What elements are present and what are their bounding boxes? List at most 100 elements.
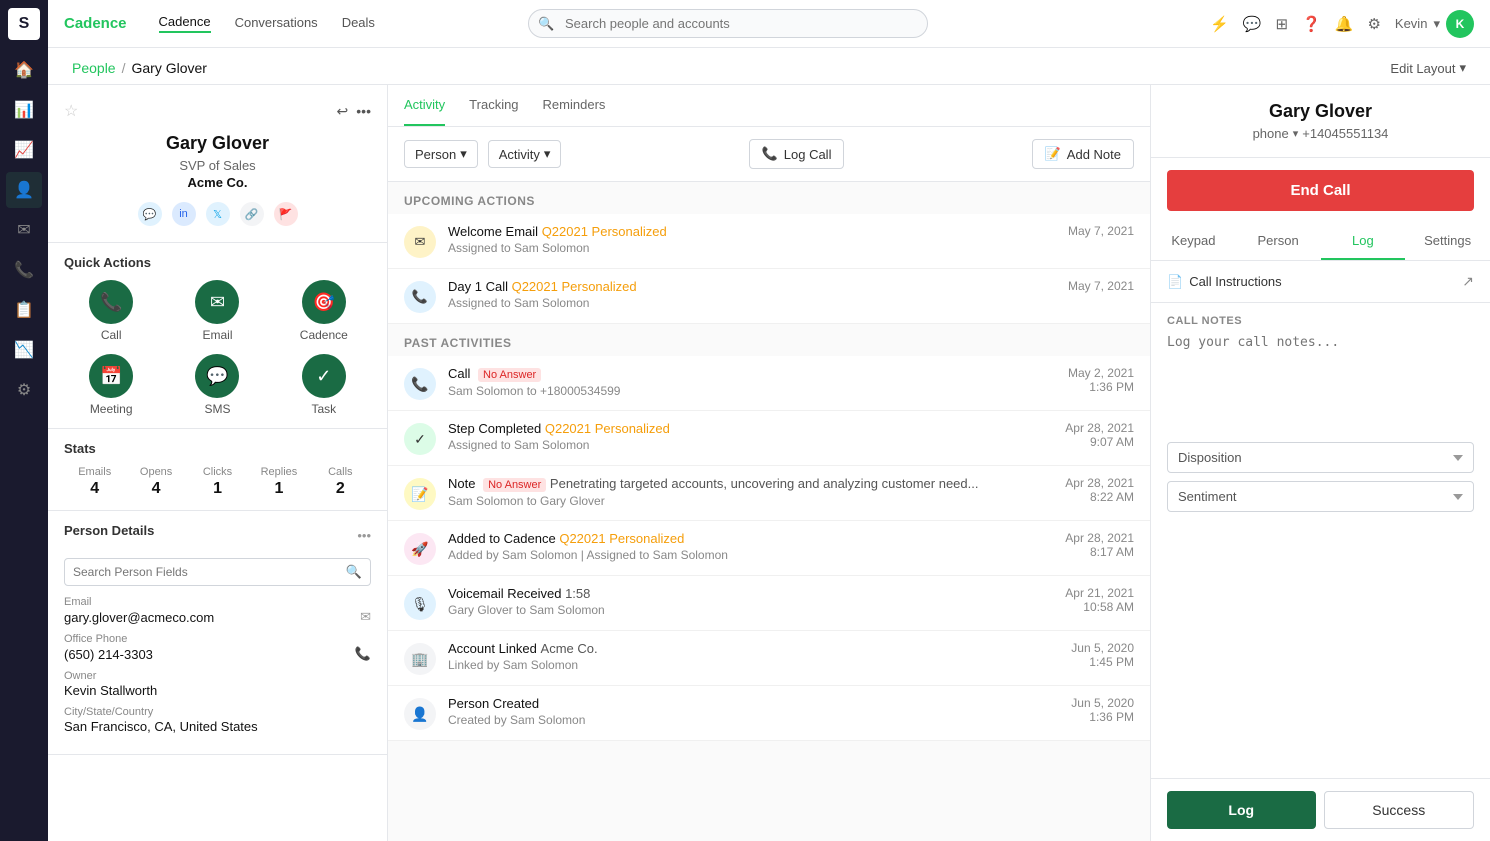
- cadence-action[interactable]: 🎯 Cadence: [277, 280, 371, 342]
- call-tab-keypad[interactable]: Keypad: [1151, 223, 1236, 260]
- cadence-tag: Q22021 Personalized: [542, 224, 667, 239]
- disposition-select[interactable]: Disposition Connected Left Voicemail No …: [1167, 442, 1474, 473]
- sidebar-icon-chart[interactable]: 📈: [6, 132, 42, 168]
- call-panel: Gary Glover phone ▾ +14045551134 End Cal…: [1150, 85, 1490, 841]
- nav-cadence[interactable]: Cadence: [159, 14, 211, 33]
- cadence-button[interactable]: 🎯: [302, 280, 346, 324]
- sidebar-icon-mail[interactable]: ✉: [6, 212, 42, 248]
- lightning-icon[interactable]: 🔔: [1335, 15, 1354, 33]
- help-icon[interactable]: ❓: [1302, 15, 1321, 33]
- phone-field-icon[interactable]: 📞: [355, 646, 371, 662]
- sidebar-icon-reports[interactable]: 📉: [6, 332, 42, 368]
- email-action[interactable]: ✉ Email: [170, 280, 264, 342]
- list-item: 📞 Day 1 Call Q22021 Personalized Assigne…: [388, 269, 1150, 324]
- chat-icon[interactable]: 💬: [1243, 15, 1262, 33]
- edit-layout-button[interactable]: Edit Layout ▾: [1390, 60, 1466, 76]
- sidebar-icon-home[interactable]: 🏠: [6, 52, 42, 88]
- email-cadence-icon: ✉: [404, 226, 436, 258]
- voicemail-icon: 🎙: [404, 588, 436, 620]
- settings-icon[interactable]: ⚙: [1367, 15, 1380, 33]
- sms-action[interactable]: 💬 SMS: [170, 354, 264, 416]
- person-details-section: Person Details ••• 🔍 Email gary.glover@a…: [48, 511, 387, 755]
- call-tab-settings[interactable]: Settings: [1405, 223, 1490, 260]
- add-note-button[interactable]: 📝 Add Note: [1032, 139, 1134, 169]
- tab-tracking[interactable]: Tracking: [469, 85, 518, 126]
- email-field-icon[interactable]: ✉: [360, 609, 371, 625]
- person-created-icon: 👤: [404, 698, 436, 730]
- activity-title: Voicemail Received 1:58: [448, 586, 1032, 601]
- call-button[interactable]: 📞: [89, 280, 133, 324]
- email-field-value: gary.glover@acmeco.com ✉: [64, 609, 371, 625]
- edit-layout-label: Edit Layout: [1390, 61, 1455, 76]
- flag-icon[interactable]: 🚩: [274, 202, 298, 226]
- phone-chevron[interactable]: ▾: [1293, 127, 1299, 140]
- link-icon[interactable]: 🔗: [240, 202, 264, 226]
- bolt-icon[interactable]: ⚡: [1210, 15, 1229, 33]
- call-label: Call: [101, 328, 122, 342]
- back-icon[interactable]: ↩: [337, 103, 349, 120]
- chat-social-icon[interactable]: 💬: [138, 202, 162, 226]
- sidebar-icon-phone[interactable]: 📞: [6, 252, 42, 288]
- meeting-action[interactable]: 📅 Meeting: [64, 354, 158, 416]
- sidebar-icon-settings[interactable]: ⚙: [6, 372, 42, 408]
- log-call-label: Log Call: [784, 147, 832, 162]
- activity-sub: Linked by Sam Solomon: [448, 658, 1032, 672]
- more-options-icon[interactable]: •••: [356, 103, 371, 120]
- person-details-header: Person Details •••: [64, 523, 371, 548]
- breadcrumb-people-link[interactable]: People: [72, 60, 116, 76]
- task-button[interactable]: ✓: [302, 354, 346, 398]
- search-person-fields[interactable]: 🔍: [64, 558, 371, 586]
- activity-filter-button[interactable]: Activity ▾: [488, 140, 562, 168]
- user-menu[interactable]: Kevin ▾ K: [1395, 10, 1474, 38]
- email-button[interactable]: ✉: [195, 280, 239, 324]
- twitter-icon[interactable]: 𝕏: [206, 202, 230, 226]
- stat-emails-label: Emails: [64, 466, 125, 478]
- end-call-button[interactable]: End Call: [1167, 170, 1474, 211]
- note-icon: 📝: [404, 478, 436, 510]
- social-links: 💬 in 𝕏 🔗 🚩: [64, 202, 371, 226]
- tab-activity[interactable]: Activity: [404, 85, 445, 126]
- sidebar-icon-people[interactable]: 👤: [6, 172, 42, 208]
- sidebar-icon-tasks[interactable]: 📋: [6, 292, 42, 328]
- person-filter-label: Person: [415, 147, 456, 162]
- log-button[interactable]: Log: [1167, 791, 1316, 829]
- nav-deals[interactable]: Deals: [342, 15, 375, 32]
- linkedin-icon[interactable]: in: [172, 202, 196, 226]
- nav-conversations[interactable]: Conversations: [235, 15, 318, 32]
- stat-clicks-value: 1: [187, 480, 248, 498]
- person-filter-button[interactable]: Person ▾: [404, 140, 478, 168]
- past-activities-header: Past Activities: [388, 324, 1150, 356]
- app-logo[interactable]: S: [8, 8, 40, 40]
- person-details-more[interactable]: •••: [357, 528, 371, 543]
- search-fields-input[interactable]: [73, 565, 340, 579]
- call-tab-person[interactable]: Person: [1236, 223, 1321, 260]
- search-input[interactable]: [528, 9, 928, 38]
- task-action[interactable]: ✓ Task: [277, 354, 371, 416]
- activity-sub: Assigned to Sam Solomon: [448, 296, 1032, 310]
- quick-actions-section: Quick Actions 📞 Call ✉ Email 🎯 Cadence: [48, 243, 387, 429]
- log-call-button[interactable]: 📞 Log Call: [749, 139, 845, 169]
- activity-time: Jun 5, 20201:36 PM: [1044, 696, 1134, 724]
- meeting-button[interactable]: 📅: [89, 354, 133, 398]
- cadence-tag: Q22021 Personalized: [545, 421, 670, 436]
- call-action[interactable]: 📞 Call: [64, 280, 158, 342]
- person-title: SVP of Sales: [64, 158, 371, 173]
- call-notes-input[interactable]: [1167, 335, 1474, 415]
- activity-time: Jun 5, 20201:45 PM: [1044, 641, 1134, 669]
- activity-time: Apr 21, 202110:58 AM: [1044, 586, 1134, 614]
- activity-time: May 7, 2021: [1044, 279, 1134, 293]
- sms-button[interactable]: 💬: [195, 354, 239, 398]
- success-button[interactable]: Success: [1324, 791, 1475, 829]
- sidebar-icon-activity[interactable]: 📊: [6, 92, 42, 128]
- star-icon[interactable]: ☆: [64, 101, 78, 121]
- tab-reminders[interactable]: Reminders: [543, 85, 606, 126]
- brand-name: Cadence: [64, 15, 127, 32]
- grid-icon[interactable]: ⊞: [1276, 15, 1289, 33]
- sentiment-select[interactable]: Sentiment Positive Neutral Negative: [1167, 481, 1474, 512]
- activity-content: Note No Answer Penetrating targeted acco…: [448, 476, 1032, 508]
- stat-calls: Calls 2: [310, 466, 371, 498]
- call-tab-log[interactable]: Log: [1321, 223, 1406, 260]
- activity-content: Voicemail Received 1:58 Gary Glover to S…: [448, 586, 1032, 617]
- activity-sub: Created by Sam Solomon: [448, 713, 1032, 727]
- external-link-icon[interactable]: ↗: [1462, 273, 1474, 290]
